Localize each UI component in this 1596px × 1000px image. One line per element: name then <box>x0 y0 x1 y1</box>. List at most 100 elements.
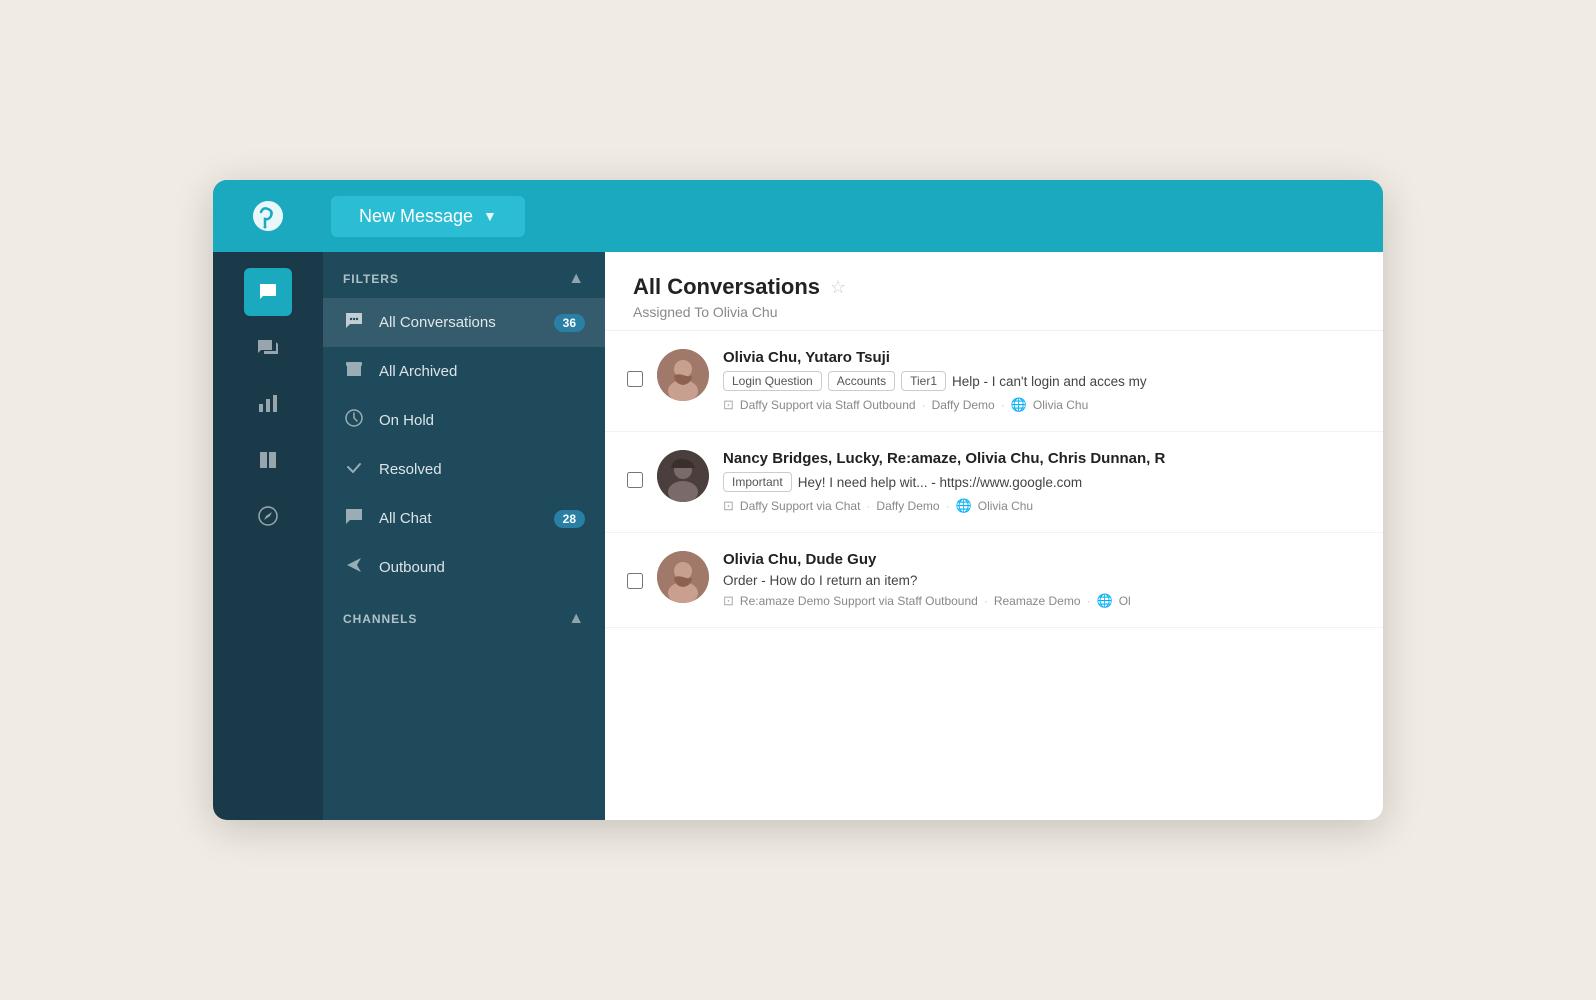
all-archived-label: All Archived <box>379 363 585 380</box>
conv-preview-3: Order - How do I return an item? <box>723 573 1361 588</box>
main-area: FILTERS ▲ All Conversations 36 <box>213 252 1383 820</box>
agent-avatar-icon-2: 🌐 <box>956 498 972 514</box>
nav-sidebar: FILTERS ▲ All Conversations 36 <box>323 252 605 820</box>
star-icon[interactable]: ☆ <box>830 277 846 298</box>
conv-agent-1: Olivia Chu <box>1033 398 1088 412</box>
all-conversations-label: All Conversations <box>379 314 540 331</box>
conv-meta-3: ⊡ Re:amaze Demo Support via Staff Outbou… <box>723 593 1361 609</box>
conv-channel-1: Daffy Support via Staff Outbound <box>740 398 916 412</box>
conv-store-2: Daffy Demo <box>876 499 939 513</box>
checkbox-input-2[interactable] <box>627 472 643 488</box>
conversations-header: All Conversations ☆ Assigned To Olivia C… <box>605 252 1383 331</box>
conversations-subtitle: Assigned To Olivia Chu <box>633 304 1355 320</box>
conv-channel-3: Re:amaze Demo Support via Staff Outbound <box>740 594 978 608</box>
tag-login-question: Login Question <box>723 371 822 391</box>
conv-preview-inline-1: Help - I can't login and acces my <box>952 374 1147 389</box>
channels-toggle-icon[interactable]: ▲ <box>568 610 585 628</box>
channels-label: CHANNELS <box>343 612 417 626</box>
checkbox-input-3[interactable] <box>627 573 643 589</box>
resolved-icon <box>343 457 365 482</box>
conversation-item-1[interactable]: Olivia Chu, Yutaro Tsuji Login Question … <box>605 331 1383 432</box>
resolved-label: Resolved <box>379 461 585 478</box>
conv-tags-1: Login Question Accounts Tier1 Help - I c… <box>723 371 1361 391</box>
nav-item-outbound[interactable]: Outbound <box>323 543 605 592</box>
checkbox-1[interactable] <box>627 371 643 392</box>
nav-item-all-chat[interactable]: All Chat 28 <box>323 494 605 543</box>
new-message-button[interactable]: New Message ▼ <box>331 196 525 237</box>
filters-label: FILTERS <box>343 272 399 286</box>
agent-avatar-icon-3: 🌐 <box>1097 593 1113 609</box>
checkbox-input-1[interactable] <box>627 371 643 387</box>
nav-item-all-archived[interactable]: All Archived <box>323 347 605 396</box>
conv-body-1: Olivia Chu, Yutaro Tsuji Login Question … <box>723 349 1361 413</box>
send-icon <box>344 555 364 575</box>
person-avatar-3 <box>657 551 709 603</box>
reports-icon <box>256 392 280 416</box>
conv-tags-2: Important Hey! I need help wit... - http… <box>723 472 1361 492</box>
conv-names-1: Olivia Chu, Yutaro Tsuji <box>723 349 1361 366</box>
sidebar-icon-reports[interactable] <box>244 380 292 428</box>
on-hold-label: On Hold <box>379 412 585 429</box>
icon-sidebar <box>213 252 323 820</box>
conv-agent-2: Olivia Chu <box>978 499 1033 513</box>
channels-section-header: CHANNELS ▲ <box>323 592 605 638</box>
conv-body-3: Olivia Chu, Dude Guy Order - How do I re… <box>723 551 1361 609</box>
avatar-2 <box>657 450 709 502</box>
filters-section-header: FILTERS ▲ <box>323 252 605 298</box>
conv-store-3: Reamaze Demo <box>994 594 1081 608</box>
sidebar-icon-conversations[interactable] <box>244 324 292 372</box>
all-chat-badge: 28 <box>554 510 585 528</box>
channel-icon-1: ⊡ <box>723 397 734 413</box>
filters-toggle-icon[interactable]: ▲ <box>568 270 585 288</box>
chat-dots-icon <box>344 310 364 330</box>
conv-channel-2: Daffy Support via Chat <box>740 499 861 513</box>
clock-icon <box>344 408 364 428</box>
conv-names-2: Nancy Bridges, Lucky, Re:amaze, Olivia C… <box>723 450 1361 467</box>
nav-item-resolved[interactable]: Resolved <box>323 445 605 494</box>
archived-icon <box>343 359 365 384</box>
conv-meta-1: ⊡ Daffy Support via Staff Outbound · Daf… <box>723 397 1361 413</box>
avatar-3 <box>657 551 709 603</box>
logo-icon <box>249 197 287 235</box>
conv-body-2: Nancy Bridges, Lucky, Re:amaze, Olivia C… <box>723 450 1361 514</box>
knowledge-icon <box>256 448 280 472</box>
new-message-label: New Message <box>359 206 473 227</box>
chat-icon <box>344 506 364 526</box>
conversation-item-2[interactable]: Nancy Bridges, Lucky, Re:amaze, Olivia C… <box>605 432 1383 533</box>
title-row: All Conversations ☆ <box>633 274 1355 300</box>
sidebar-icon-explore[interactable] <box>244 492 292 540</box>
checkmark-icon <box>344 457 364 477</box>
person-avatar-1 <box>657 349 709 401</box>
conv-agent-3: Ol <box>1119 594 1131 608</box>
conversations-title: All Conversations <box>633 274 820 300</box>
checkbox-2[interactable] <box>627 472 643 493</box>
all-conversations-badge: 36 <box>554 314 585 332</box>
person-avatar-2 <box>657 450 709 502</box>
outbound-icon <box>343 555 365 580</box>
sidebar-icon-knowledge[interactable] <box>244 436 292 484</box>
nav-item-on-hold[interactable]: On Hold <box>323 396 605 445</box>
conv-names-3: Olivia Chu, Dude Guy <box>723 551 1361 568</box>
checkbox-3[interactable] <box>627 573 643 594</box>
avatar-1 <box>657 349 709 401</box>
chevron-down-icon: ▼ <box>483 208 497 224</box>
sidebar-icon-chat-active[interactable] <box>244 268 292 316</box>
compass-icon <box>256 504 280 528</box>
all-conversations-icon <box>343 310 365 335</box>
tag-important: Important <box>723 472 792 492</box>
top-bar: New Message ▼ <box>213 180 1383 252</box>
all-chat-icon <box>343 506 365 531</box>
logo-area <box>213 180 323 252</box>
conversations-icon <box>256 336 280 360</box>
agent-avatar-icon-1: 🌐 <box>1011 397 1027 413</box>
tag-accounts: Accounts <box>828 371 895 391</box>
conversations-panel: All Conversations ☆ Assigned To Olivia C… <box>605 252 1383 820</box>
nav-item-all-conversations[interactable]: All Conversations 36 <box>323 298 605 347</box>
all-chat-label: All Chat <box>379 510 540 527</box>
outbound-label: Outbound <box>379 559 585 576</box>
tag-tier1: Tier1 <box>901 371 946 391</box>
conv-preview-inline-2: Hey! I need help wit... - https://www.go… <box>798 475 1082 490</box>
archive-icon <box>344 359 364 379</box>
conversation-item-3[interactable]: Olivia Chu, Dude Guy Order - How do I re… <box>605 533 1383 628</box>
on-hold-icon <box>343 408 365 433</box>
